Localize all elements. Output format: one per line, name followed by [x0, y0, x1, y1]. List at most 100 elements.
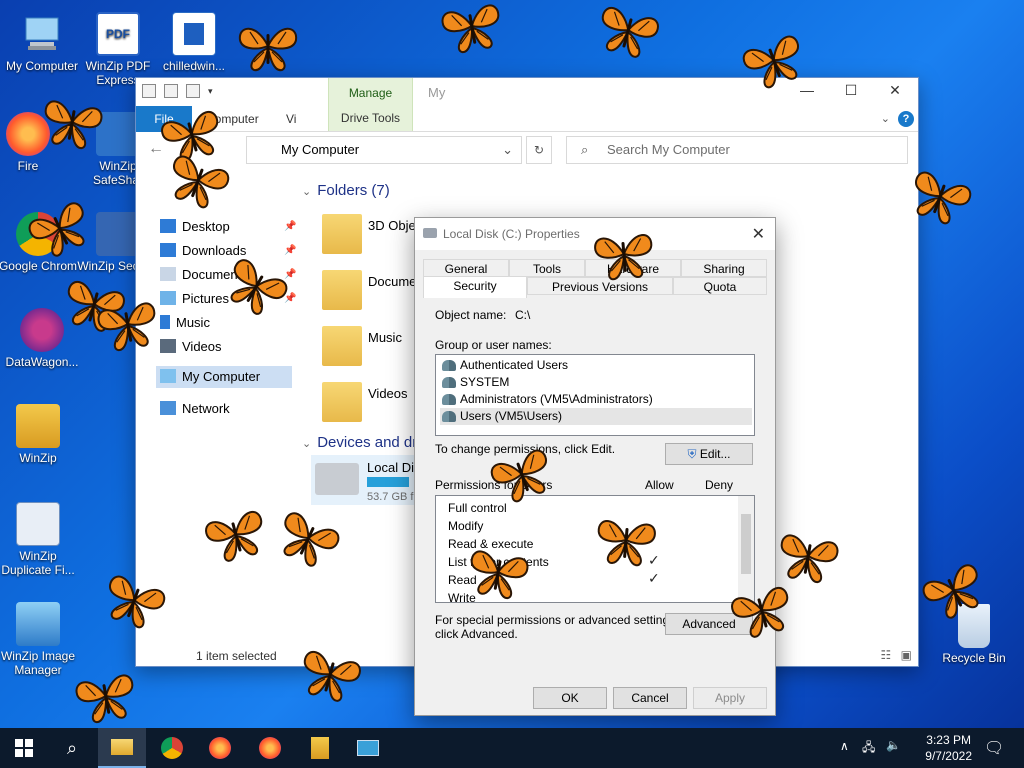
- collapse-caret-icon[interactable]: ⌄: [302, 438, 311, 450]
- nav-item-videos[interactable]: Videos: [160, 336, 222, 358]
- apply-button[interactable]: Apply: [693, 687, 767, 709]
- nav-item-pictures[interactable]: Pictures 📌: [160, 288, 296, 310]
- list-item[interactable]: SYSTEM: [440, 374, 752, 391]
- firefox-icon: [259, 737, 281, 759]
- taskbar-firefox[interactable]: [196, 728, 244, 768]
- special-permissions-text-2: click Advanced.: [435, 627, 518, 641]
- tab-file[interactable]: File: [136, 106, 192, 132]
- drive-free-space: 53.7 GB fr: [367, 491, 418, 503]
- tiles-view-icon[interactable]: ▣: [901, 648, 912, 662]
- app-window-icon: [357, 740, 379, 756]
- view-toggle[interactable]: ☷ ▣: [881, 648, 912, 662]
- videos-folder-icon: [322, 382, 362, 422]
- tab-tools[interactable]: Tools: [509, 259, 585, 277]
- properties-icon[interactable]: [164, 84, 178, 98]
- tab-quota[interactable]: Quota: [673, 277, 767, 295]
- special-permissions-text: For special permissions or advanced sett…: [435, 613, 679, 627]
- folders-group-header[interactable]: ⌄ Folders (7): [302, 182, 390, 199]
- 3d-objects-folder-icon: [322, 214, 362, 254]
- users-icon: [442, 360, 456, 371]
- list-item-selected[interactable]: Users (VM5\Users): [440, 408, 752, 425]
- nav-item-documents[interactable]: Documents 📌: [160, 264, 296, 286]
- winzip-image-icon: [16, 602, 60, 646]
- advanced-button[interactable]: Advanced: [665, 613, 753, 635]
- taskbar-winzip[interactable]: [296, 728, 344, 768]
- permissions-list[interactable]: Full control Modify Read & execute List …: [435, 495, 755, 603]
- computer-small-icon[interactable]: [142, 84, 156, 98]
- scrollbar-thumb[interactable]: [741, 514, 751, 574]
- search-input[interactable]: ⌕ Search My Computer: [566, 136, 908, 164]
- new-folder-icon[interactable]: [186, 84, 200, 98]
- tab-sharing[interactable]: Sharing: [681, 259, 767, 277]
- start-button[interactable]: [0, 728, 48, 768]
- folder-documents[interactable]: Documents: [322, 270, 434, 316]
- desktop-icon-my-computer[interactable]: My Computer: [0, 12, 84, 73]
- close-icon[interactable]: ✕: [752, 224, 765, 244]
- tab-general[interactable]: General: [423, 259, 509, 277]
- close-button[interactable]: ✕: [880, 82, 910, 99]
- desktop-icon-label: Google Chrom: [0, 259, 78, 273]
- nav-item-downloads[interactable]: Downloads 📌: [160, 240, 296, 262]
- show-hidden-icons[interactable]: ∧: [840, 739, 849, 753]
- cancel-button[interactable]: Cancel: [613, 687, 687, 709]
- desktop-icon-chilledwin[interactable]: chilledwin...: [152, 12, 236, 73]
- back-arrow-icon[interactable]: ←: [148, 140, 164, 158]
- user-name: Users (VM5\Users): [460, 409, 563, 423]
- address-bar[interactable]: My Computer ⌄: [246, 136, 522, 164]
- nav-item-my-computer[interactable]: My Computer: [156, 366, 292, 388]
- edit-button[interactable]: ⛨ Edit...: [665, 443, 753, 465]
- tab-security[interactable]: Security: [423, 276, 527, 298]
- notifications-icon[interactable]: 🗨: [984, 738, 1004, 758]
- chevron-down-icon[interactable]: ▾: [208, 86, 213, 97]
- folder-3d-objects[interactable]: 3D Objects: [322, 214, 432, 260]
- tab-view[interactable]: Vi: [286, 112, 296, 126]
- volume-icon[interactable]: 🔈: [886, 738, 901, 752]
- pin-icon: 📌: [284, 245, 297, 256]
- maximize-button[interactable]: ☐: [836, 82, 866, 99]
- list-item[interactable]: Authenticated Users: [440, 357, 752, 374]
- taskbar-chrome[interactable]: [148, 728, 196, 768]
- taskbar-file-explorer[interactable]: [98, 728, 146, 768]
- user-list[interactable]: Authenticated Users SYSTEM Administrator…: [435, 354, 755, 436]
- folder-music[interactable]: Music: [322, 326, 422, 372]
- scrollbar[interactable]: [738, 496, 754, 602]
- desktop-icon-datawagon[interactable]: DataWagon...: [0, 308, 84, 369]
- tab-previous-versions[interactable]: Previous Versions: [527, 277, 673, 295]
- taskbar-firefox-2[interactable]: [246, 728, 294, 768]
- chrome-icon: [16, 212, 60, 256]
- details-view-icon[interactable]: ☷: [881, 648, 892, 662]
- users-icon: [442, 411, 456, 422]
- object-name-label: Object name:: [435, 308, 507, 322]
- desktop-icon-label: My Computer: [5, 59, 79, 73]
- search-button[interactable]: ⌕: [48, 728, 96, 768]
- desktop-icon-winzip-pdf[interactable]: PDF WinZip PDF Express: [76, 12, 160, 87]
- devices-group-header[interactable]: ⌄ Devices and dr: [302, 434, 417, 451]
- desktop-icon-winzip-duplicate[interactable]: WinZip Duplicate Fi...: [0, 502, 80, 577]
- refresh-button[interactable]: ↻: [526, 136, 552, 164]
- list-item[interactable]: Administrators (VM5\Administrators): [440, 391, 752, 408]
- desktop-icon-winzip-image[interactable]: WinZip Image Manager: [0, 602, 80, 677]
- navigation-pane: Desktop 📌 Downloads 📌 Documents 📌 Pictures 📌…: [136, 174, 296, 644]
- folder-videos[interactable]: Videos: [322, 382, 422, 428]
- users-icon: [442, 394, 456, 405]
- ok-button[interactable]: OK: [533, 687, 607, 709]
- help-icon[interactable]: ?: [898, 111, 914, 127]
- nav-item-desktop[interactable]: Desktop 📌: [160, 216, 296, 238]
- chevron-down-icon[interactable]: ⌄: [502, 137, 513, 163]
- taskbar-app[interactable]: [344, 728, 392, 768]
- desktop-icon-chrome[interactable]: Google Chrom: [0, 212, 80, 273]
- tab-computer[interactable]: Computer: [206, 112, 259, 126]
- network-icon[interactable]: 🖧: [862, 738, 875, 759]
- desktop-icon-firefox[interactable]: Fire: [0, 112, 58, 173]
- minimize-button[interactable]: —: [792, 82, 822, 98]
- expand-ribbon-icon[interactable]: ⌄: [881, 112, 890, 125]
- clock-date: 9/7/2022: [925, 749, 972, 763]
- tab-hardware[interactable]: Hardware: [585, 259, 681, 277]
- desktop-icon-recycle-bin[interactable]: Recycle Bin: [932, 604, 1016, 665]
- desktop-icon-winzip[interactable]: WinZip: [0, 404, 80, 465]
- clock[interactable]: 3:23 PM 9/7/2022: [925, 732, 972, 764]
- collapse-caret-icon[interactable]: ⌄: [302, 186, 311, 198]
- nav-item-network[interactable]: Network: [160, 398, 230, 420]
- network-icon: [160, 401, 176, 415]
- nav-item-music[interactable]: Music: [160, 312, 210, 334]
